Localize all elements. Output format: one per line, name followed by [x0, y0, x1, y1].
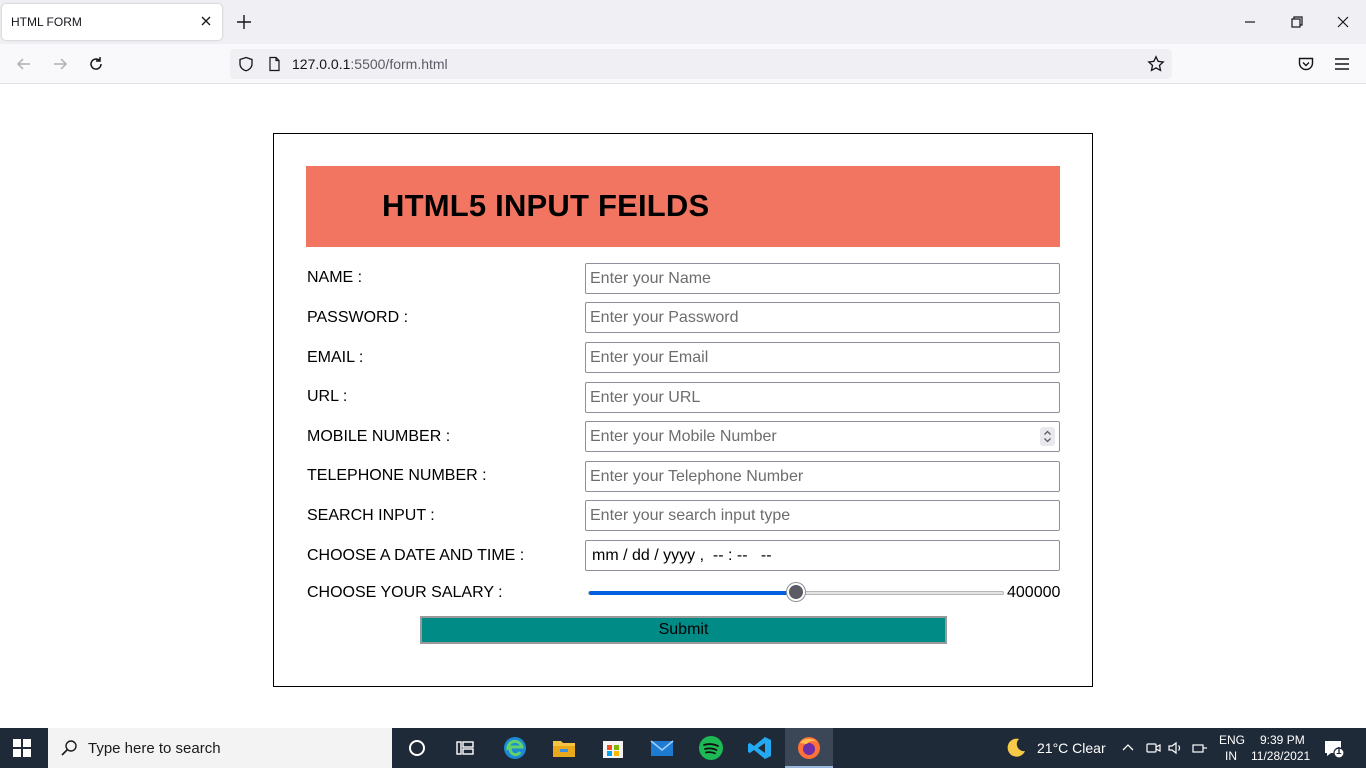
taskbar-search-placeholder: Type here to search: [88, 740, 221, 757]
telephone-input[interactable]: Enter your Telephone Number: [585, 461, 1060, 492]
meet-now-icon[interactable]: [1144, 739, 1162, 757]
mail-icon[interactable]: [648, 734, 676, 762]
url-placeholder: Enter your URL: [590, 389, 701, 406]
file-explorer-icon[interactable]: [550, 734, 578, 762]
minimize-icon[interactable]: [1240, 12, 1260, 32]
clock-time[interactable]: 9:39 PM: [1260, 733, 1305, 747]
salary-value: 400000: [1007, 584, 1061, 601]
firefox-icon[interactable]: [795, 734, 823, 762]
password-placeholder: Enter your Password: [590, 309, 739, 326]
taskbar: Type here to search 21°C Clear ENG IN 9:…: [0, 728, 1366, 768]
telephone-label: TELEPHONE NUMBER :: [307, 467, 487, 484]
mobile-label: MOBILE NUMBER :: [307, 428, 451, 445]
microsoft-store-icon[interactable]: [599, 734, 627, 762]
spotify-icon[interactable]: [697, 734, 725, 762]
url-label: URL :: [307, 388, 348, 405]
email-label: EMAIL :: [307, 349, 364, 366]
bookmark-star-icon[interactable]: [1147, 55, 1165, 73]
datetime-input[interactable]: mm / dd / yyyy , -- : -- --: [585, 540, 1060, 571]
edge-icon[interactable]: [501, 734, 529, 762]
taskbar-search-box[interactable]: Type here to search: [48, 728, 392, 768]
form-title: HTML5 INPUT FEILDS: [382, 188, 710, 223]
page-icon: [269, 56, 280, 72]
search-placeholder: Enter your search input type: [590, 507, 791, 524]
close-window-icon[interactable]: [1333, 12, 1353, 32]
mobile-input[interactable]: Enter your Mobile Number: [585, 421, 1060, 452]
datetime-label: CHOOSE A DATE AND TIME :: [307, 547, 525, 564]
language-top[interactable]: ENG: [1219, 733, 1245, 747]
cortana-icon[interactable]: [403, 734, 431, 762]
pocket-icon[interactable]: [1296, 54, 1316, 74]
search-label: SEARCH INPUT :: [307, 507, 435, 524]
password-input[interactable]: Enter your Password: [585, 302, 1060, 333]
reload-icon[interactable]: [86, 54, 106, 74]
salary-slider-fill: [589, 591, 797, 595]
salary-label: CHOOSE YOUR SALARY :: [307, 584, 503, 601]
submit-button[interactable]: Submit: [420, 616, 947, 644]
new-tab-icon[interactable]: [234, 12, 254, 32]
windows-start-icon[interactable]: [12, 738, 32, 758]
back-icon[interactable]: [14, 54, 34, 74]
mobile-placeholder: Enter your Mobile Number: [590, 428, 777, 445]
name-input[interactable]: Enter your Name: [585, 263, 1060, 294]
navigation-bar: 127.0.0.1:5500/form.html: [0, 44, 1366, 84]
password-label: PASSWORD :: [307, 309, 409, 326]
telephone-placeholder: Enter your Telephone Number: [590, 468, 804, 485]
name-placeholder: Enter your Name: [590, 270, 711, 287]
name-label: NAME :: [307, 269, 363, 286]
tab-title: HTML FORM: [11, 15, 82, 29]
vscode-icon[interactable]: [746, 734, 774, 762]
language-bottom[interactable]: IN: [1225, 749, 1237, 763]
task-view-icon[interactable]: [451, 734, 479, 762]
shield-icon[interactable]: [238, 56, 254, 72]
url-host: 127.0.0.1: [292, 56, 351, 72]
url-text[interactable]: 127.0.0.1:5500/form.html: [292, 56, 448, 72]
search-icon: [61, 740, 77, 756]
restore-icon[interactable]: [1287, 12, 1307, 32]
address-bar[interactable]: 127.0.0.1:5500/form.html: [230, 49, 1172, 79]
datetime-value: mm / dd / yyyy , -- : -- --: [592, 547, 772, 564]
form-header: HTML5 INPUT FEILDS: [306, 166, 1060, 247]
email-placeholder: Enter your Email: [590, 349, 709, 366]
tab-strip: HTML FORM: [0, 0, 1366, 44]
form-container: HTML5 INPUT FEILDS NAME : Enter your Nam…: [273, 133, 1093, 687]
forward-icon[interactable]: [50, 54, 70, 74]
menu-icon[interactable]: [1332, 54, 1352, 74]
weather-moon-icon[interactable]: [1004, 736, 1028, 760]
search-input[interactable]: Enter your search input type: [585, 500, 1060, 531]
salary-slider-thumb[interactable]: [787, 583, 805, 601]
notification-count: 1: [1336, 746, 1342, 757]
chevron-up-icon[interactable]: [1120, 740, 1136, 756]
clock-date[interactable]: 11/28/2021: [1251, 749, 1310, 763]
url-path: :5500/form.html: [350, 56, 448, 72]
email-input[interactable]: Enter your Email: [585, 342, 1060, 373]
url-input[interactable]: Enter your URL: [585, 382, 1060, 413]
volume-icon[interactable]: [1166, 739, 1184, 757]
close-tab-icon[interactable]: [198, 13, 214, 29]
number-spinner-icon[interactable]: [1040, 427, 1055, 446]
browser-tab[interactable]: HTML FORM: [2, 4, 222, 40]
weather-text[interactable]: 21°C Clear: [1037, 740, 1106, 756]
network-icon[interactable]: [1191, 739, 1209, 757]
